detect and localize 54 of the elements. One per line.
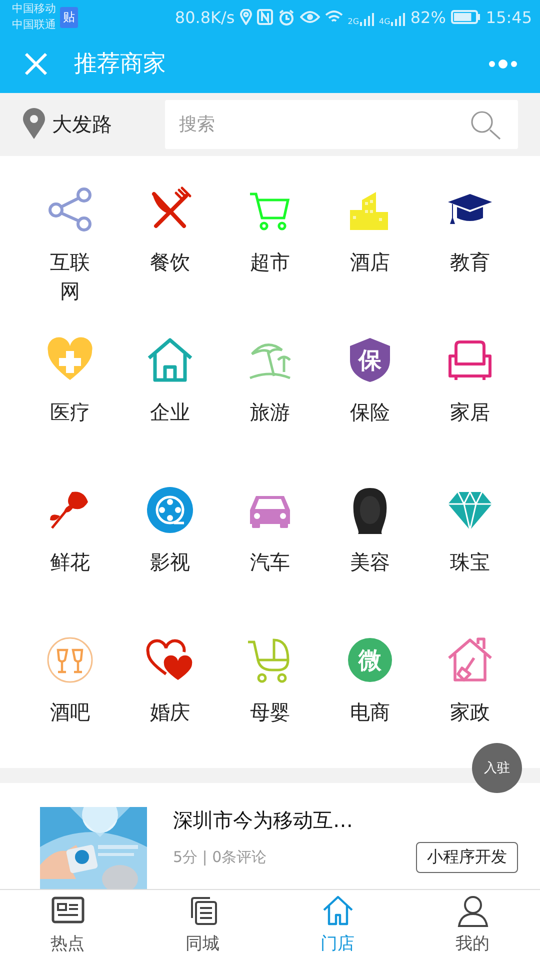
film-reel-icon [146, 486, 194, 534]
nfc-icon [256, 9, 273, 26]
category-button[interactable]: 婚庆 [146, 618, 194, 727]
shop-rating: 5分 | 0条评论 [173, 848, 267, 867]
tab[interactable]: 我的 [405, 890, 540, 960]
carrier-name: 中国联通 [12, 17, 56, 34]
search-field[interactable]: 搜索 [165, 100, 518, 149]
app-badge: 贴 [60, 6, 78, 28]
eye-icon [300, 10, 320, 24]
category-tag-button[interactable]: 小程序开发 [416, 842, 518, 873]
category-button[interactable]: 超市 [246, 168, 294, 277]
carrier-name: 中国移动 [12, 1, 56, 18]
tab[interactable]: 热点 [0, 890, 135, 960]
network-speed: 80.8K/s [174, 8, 235, 27]
wifi-icon [324, 10, 343, 24]
category-button[interactable]: 互联网 [46, 168, 94, 306]
category-button[interactable]: 影视 [146, 468, 194, 577]
signal-icon [360, 12, 374, 26]
person-icon [456, 894, 490, 928]
location-button[interactable]: 大发路 [22, 108, 165, 140]
battery-icon [450, 10, 481, 24]
location-pin-icon [22, 108, 46, 140]
category-button[interactable]: 酒店 [346, 168, 394, 277]
alarm-icon [278, 8, 295, 26]
category-button[interactable]: 企业 [146, 318, 194, 427]
shop-name: 深圳市今为移动互… [173, 806, 354, 834]
signal-icon [391, 12, 406, 26]
category-button[interactable]: 鲜花 [46, 468, 94, 577]
category-button[interactable]: 教育 [446, 168, 494, 277]
category-button[interactable]: 酒吧 [46, 618, 94, 727]
category-button[interactable]: 母婴 [246, 618, 294, 727]
circle-icon: 微 [346, 636, 394, 684]
wine-glasses-icon [46, 636, 94, 684]
battery-percent: 82% [410, 8, 446, 27]
more-button[interactable] [488, 58, 518, 70]
clock-time: 15:45 [486, 8, 532, 27]
category-button[interactable]: 汽车 [246, 468, 294, 577]
category-button[interactable]: 家居 [446, 318, 494, 427]
category-button[interactable]: 家政 [446, 618, 494, 727]
page-title: 推荐商家 [74, 50, 167, 80]
tab[interactable]: 同城 [135, 890, 270, 960]
network-type: 2G [348, 16, 360, 26]
network-type: 4G [379, 16, 390, 26]
location-icon [240, 9, 252, 26]
category-button[interactable]: 美容 [346, 468, 394, 577]
category-button[interactable]: 珠宝 [446, 468, 494, 577]
category-button[interactable]: 保 保险 [346, 318, 394, 427]
house-icon [146, 336, 194, 384]
category-button[interactable]: 医疗 [46, 318, 94, 427]
category-button[interactable]: 餐饮 [146, 168, 194, 277]
share-icon [46, 186, 94, 234]
house-broom-icon [446, 636, 494, 684]
category-button[interactable]: 微 电商 [346, 618, 394, 727]
category-button[interactable]: 旅游 [246, 318, 294, 427]
